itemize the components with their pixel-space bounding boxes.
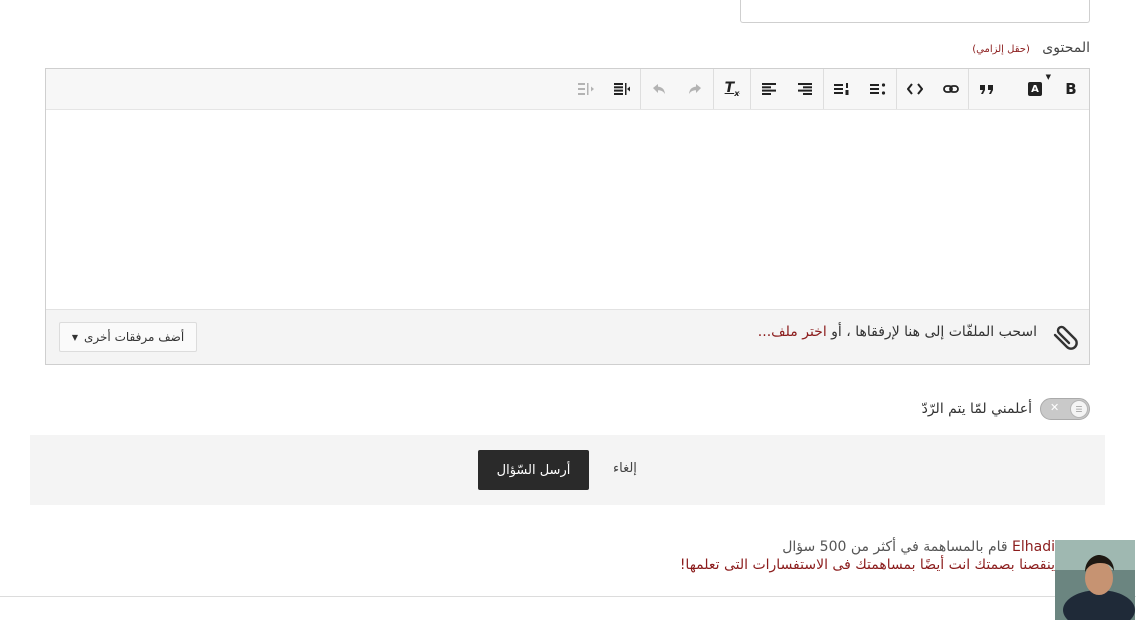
rich-text-editor: B A ▼ Tx اسحب الملفّات إلى هنا لإرفقاها … <box>45 68 1090 365</box>
choose-file-link[interactable]: اختر ملف... <box>758 324 827 340</box>
toolbar-separator <box>713 69 714 109</box>
text-color-button[interactable]: A ▼ <box>1017 69 1053 109</box>
add-more-attachments-label: أضف مرفقات أخرى <box>84 330 185 344</box>
bold-icon: B <box>1065 80 1077 98</box>
code-button[interactable] <box>897 69 933 109</box>
form-actions: أرسل السّؤال إلغاء <box>30 435 1105 505</box>
content-field-label: المحتوى (حقل إلزامي) <box>972 40 1090 56</box>
link-icon <box>943 85 959 93</box>
toolbar-separator <box>640 69 641 109</box>
notify-label: أعلمني لمّا يتم الرّدّ <box>921 401 1032 417</box>
redo-icon <box>689 84 701 94</box>
caret-down-icon: ▼ <box>1045 73 1051 81</box>
code-icon <box>907 83 923 95</box>
attachments-bar: اسحب الملفّات إلى هنا لإرفقاها ، أو اختر… <box>46 309 1089 364</box>
ltr-direction-button[interactable] <box>568 69 604 109</box>
title-input[interactable] <box>740 0 1090 23</box>
content-label-text: المحتوى <box>1042 40 1090 56</box>
undo-button[interactable] <box>641 69 677 109</box>
text-direction-ltr-icon <box>578 83 594 95</box>
close-icon: ✕ <box>1050 401 1060 414</box>
notify-on-reply: ✕ ☰ أعلمني لمّا يتم الرّدّ <box>922 398 1090 420</box>
paperclip-icon <box>1053 325 1078 350</box>
numbered-list-icon <box>834 83 849 95</box>
remove-format-icon: Tx <box>724 80 740 98</box>
notify-toggle[interactable]: ✕ ☰ <box>1040 398 1090 420</box>
add-more-attachments-button[interactable]: أضف مرفقات أخرى ▼ <box>59 322 197 352</box>
editor-toolbar: B A ▼ Tx <box>46 69 1089 110</box>
avatar-photo <box>1055 540 1135 620</box>
quote-icon <box>980 85 993 94</box>
rtl-direction-button[interactable] <box>604 69 640 109</box>
required-hint: (حقل إلزامي) <box>972 44 1030 55</box>
submit-question-button[interactable]: أرسل السّؤال <box>478 450 589 490</box>
bold-button[interactable]: B <box>1053 69 1089 109</box>
align-right-button[interactable] <box>787 69 823 109</box>
drop-instructions: اسحب الملفّات إلى هنا لإرفقاها ، أو <box>831 324 1037 340</box>
divider <box>0 596 1136 597</box>
remove-format-button[interactable]: Tx <box>714 69 750 109</box>
contribution-text: قام بالمساهمة في أكثر من 500 سؤال <box>782 539 1008 555</box>
drop-files-text: اسحب الملفّات إلى هنا لإرفقاها ، أو اختر… <box>758 324 1037 340</box>
avatar <box>1055 540 1135 620</box>
blockquote-button[interactable] <box>969 69 1005 109</box>
contribution-stat: Elhadi قام بالمساهمة في أكثر من 500 سؤال <box>782 539 1055 555</box>
align-left-button[interactable] <box>751 69 787 109</box>
align-left-icon <box>762 83 776 95</box>
redo-button[interactable] <box>677 69 713 109</box>
align-right-icon <box>798 83 812 95</box>
toolbar-separator <box>823 69 824 109</box>
bulleted-list-button[interactable] <box>860 69 896 109</box>
toggle-knob-icon: ☰ <box>1070 400 1088 418</box>
numbered-list-button[interactable] <box>824 69 860 109</box>
undo-icon <box>653 84 665 94</box>
link-button[interactable] <box>933 69 969 109</box>
toolbar-separator <box>896 69 897 109</box>
bulleted-list-icon <box>870 83 886 95</box>
editor-content-area[interactable] <box>46 110 1089 310</box>
contributor-name[interactable]: Elhadi <box>1012 539 1055 555</box>
text-color-icon: A <box>1028 82 1042 96</box>
toolbar-separator <box>750 69 751 109</box>
caret-down-icon: ▼ <box>71 332 78 342</box>
contribution-invite: ينقصنا بصمتك انت أيضًا بمساهمتك فى الاست… <box>679 557 1055 573</box>
text-direction-rtl-icon <box>614 83 630 95</box>
cancel-link[interactable]: إلغاء <box>613 461 637 476</box>
